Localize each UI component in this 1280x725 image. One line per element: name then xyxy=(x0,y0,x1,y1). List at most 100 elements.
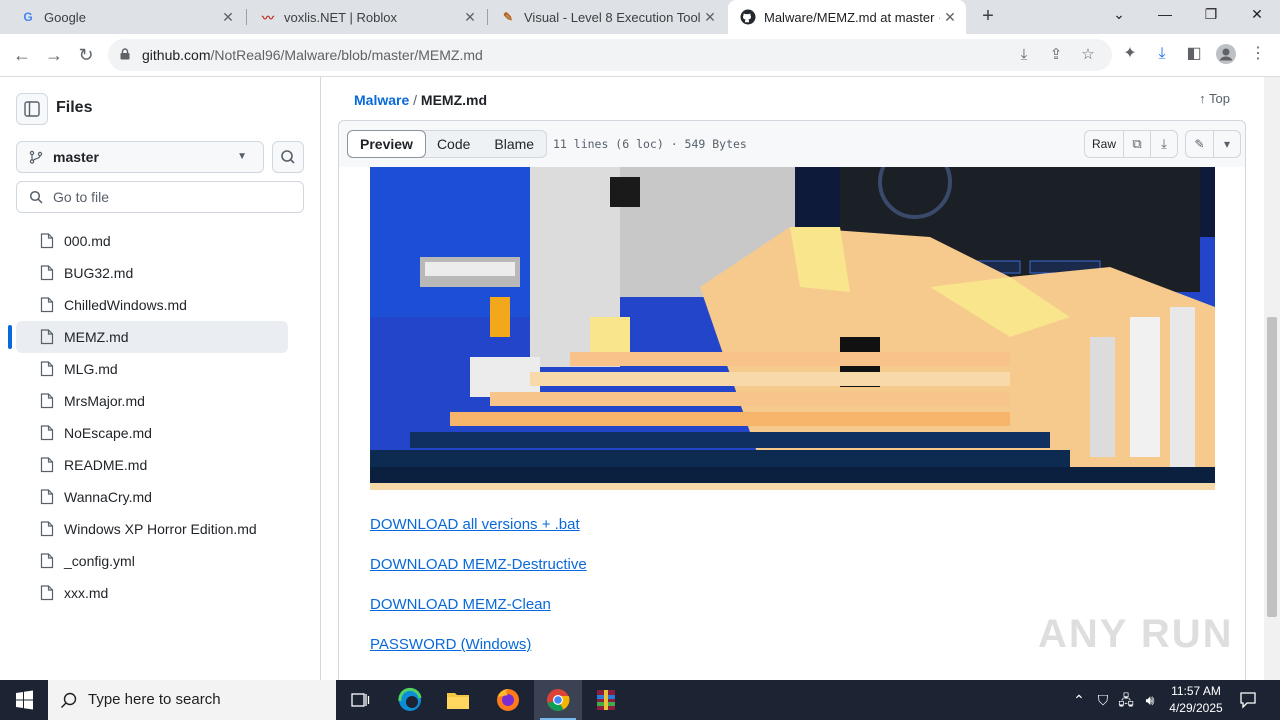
file-view: Malware / MEMZ.md ↑ Top Preview Code Bla… xyxy=(338,77,1246,680)
download-clean-link[interactable]: DOWNLOAD MEMZ-Clean xyxy=(370,596,551,613)
back-icon[interactable]: ← xyxy=(8,42,36,70)
top-button[interactable]: ↑ Top xyxy=(1199,91,1230,106)
install-icon[interactable]: ⤓ xyxy=(1014,46,1034,66)
close-tab-icon[interactable]: ✕ xyxy=(460,9,480,26)
search-files-button[interactable] xyxy=(272,141,304,173)
task-view-icon[interactable] xyxy=(336,680,384,720)
copy-icon[interactable]: ⧉ xyxy=(1123,131,1150,157)
file-icon xyxy=(40,425,54,441)
scrollbar-thumb[interactable] xyxy=(1267,317,1277,617)
go-to-file-input[interactable]: Go to file xyxy=(16,181,304,213)
tab-search-icon[interactable]: ⌄ xyxy=(1096,0,1142,30)
firefox-icon[interactable] xyxy=(484,680,532,720)
new-tab-button[interactable]: + xyxy=(976,5,1000,29)
download-all-link[interactable]: DOWNLOAD all versions + .bat xyxy=(370,516,580,533)
tab-google[interactable]: G Google ✕ xyxy=(8,0,244,34)
active-file-indicator xyxy=(8,325,12,349)
reload-icon[interactable]: ↻ xyxy=(72,42,100,70)
password-link[interactable]: PASSWORD (Windows) xyxy=(370,636,531,653)
branch-selector[interactable]: master ▼ xyxy=(16,141,264,173)
anyrun-watermark: ANY RUN xyxy=(1038,612,1234,656)
url-text: github.com/NotReal96/Malware/blob/master… xyxy=(142,47,483,63)
tab-blame[interactable]: Blame xyxy=(482,131,546,157)
taskbar-search-box[interactable]: Type here to search xyxy=(48,680,336,720)
tray-security-icon[interactable]: ⛉ xyxy=(1094,680,1112,720)
start-button[interactable] xyxy=(0,680,48,720)
file-item[interactable]: ChilledWindows.md xyxy=(16,289,288,321)
edge-icon[interactable] xyxy=(386,680,434,720)
address-bar[interactable]: github.com/NotReal96/Malware/blob/master… xyxy=(108,39,1112,71)
windows-logo-icon xyxy=(16,690,33,710)
bookmark-star-icon[interactable]: ☆ xyxy=(1078,46,1098,66)
file-name: MEMZ.md xyxy=(64,329,129,345)
chevron-down-icon[interactable]: ▾ xyxy=(1213,131,1240,157)
file-name: xxx.md xyxy=(64,585,109,601)
chrome-icon[interactable] xyxy=(534,680,582,720)
top-label: Top xyxy=(1209,91,1230,106)
file-item[interactable]: Windows XP Horror Edition.md xyxy=(16,513,288,545)
network-icon[interactable]: 🖧 xyxy=(1116,680,1136,720)
close-tab-icon[interactable]: ✕ xyxy=(218,9,238,26)
file-name: 000.md xyxy=(64,233,111,249)
raw-actions: Raw ⧉ ⤓ xyxy=(1084,130,1178,158)
edit-actions: ✎ ▾ xyxy=(1185,130,1241,158)
file-item[interactable]: MLG.md xyxy=(16,353,288,385)
winrar-icon[interactable] xyxy=(582,680,630,720)
tab-voxlis[interactable]: 〰 voxlis.NET | Roblox ✕ xyxy=(248,0,486,34)
file-item[interactable]: NoEscape.md xyxy=(16,417,288,449)
file-explorer-icon[interactable] xyxy=(434,680,482,720)
file-item[interactable]: WannaCry.md xyxy=(16,481,288,513)
tab-title: voxlis.NET | Roblox xyxy=(284,9,397,25)
raw-button[interactable]: Raw xyxy=(1085,131,1123,157)
pencil-icon[interactable]: ✎ xyxy=(1186,131,1213,157)
tab-preview[interactable]: Preview xyxy=(347,130,426,158)
file-item[interactable]: _config.yml xyxy=(16,545,288,577)
close-tab-icon[interactable]: ✕ xyxy=(940,9,960,26)
view-mode-tabs: Preview Code Blame xyxy=(347,130,548,158)
search-icon xyxy=(281,150,295,164)
file-item-active[interactable]: MEMZ.md xyxy=(16,321,288,353)
collapse-sidebar-button[interactable] xyxy=(16,93,48,125)
notifications-icon[interactable] xyxy=(1236,680,1260,720)
tray-chevron-up-icon[interactable]: ⌃ xyxy=(1070,680,1088,720)
file-tree-sidebar: Files master ▼ Go to file 000.md BUG32.m… xyxy=(0,77,321,680)
restore-icon[interactable]: ❐ xyxy=(1188,0,1234,30)
forward-icon[interactable]: → xyxy=(40,42,68,70)
profile-avatar-icon[interactable] xyxy=(1215,44,1237,66)
file-item[interactable]: BUG32.md xyxy=(16,257,288,289)
share-icon[interactable]: ⇪ xyxy=(1046,46,1066,66)
file-name: MLG.md xyxy=(64,361,118,377)
file-icon xyxy=(40,585,54,601)
minimize-icon[interactable]: — xyxy=(1142,0,1188,30)
volume-icon[interactable]: 🔊︎ xyxy=(1140,680,1160,720)
google-icon: G xyxy=(23,10,33,24)
side-panel-icon[interactable]: ◧ xyxy=(1183,44,1205,66)
markdown-body: DOWNLOAD all versions + .bat DOWNLOAD ME… xyxy=(338,167,1246,680)
menu-kebab-icon[interactable]: ⋮ xyxy=(1247,44,1269,66)
file-name: BUG32.md xyxy=(64,265,134,281)
memz-screenshot-image xyxy=(370,167,1215,490)
file-item[interactable]: README.md xyxy=(16,449,288,481)
download-icon[interactable]: ⤓ xyxy=(1150,131,1177,157)
tab-code[interactable]: Code xyxy=(425,131,482,157)
close-tab-icon[interactable]: ✕ xyxy=(700,9,720,26)
extensions-icon[interactable]: ✦ xyxy=(1119,44,1141,66)
breadcrumb-separator: / xyxy=(413,92,418,108)
file-icon xyxy=(40,297,54,313)
clock-time: 11:57 AM xyxy=(1171,684,1221,698)
file-item[interactable]: 000.md xyxy=(16,225,288,257)
system-clock[interactable]: 11:57 AM 4/29/2025 xyxy=(1160,683,1232,717)
tab-visual[interactable]: ✎ Visual - Level 8 Execution Tool For ✕ xyxy=(488,0,726,34)
git-branch-icon xyxy=(29,150,43,164)
close-window-icon[interactable]: ✕ xyxy=(1234,0,1280,30)
file-name: README.md xyxy=(64,457,148,473)
tab-github-memz[interactable]: Malware/MEMZ.md at master · No ✕ xyxy=(728,0,966,34)
downloads-icon[interactable]: ⤓ xyxy=(1151,44,1173,66)
file-icon xyxy=(40,329,54,345)
sidebar-title: Files xyxy=(56,99,93,116)
file-item[interactable]: MrsMajor.md xyxy=(16,385,288,417)
download-destructive-link[interactable]: DOWNLOAD MEMZ-Destructive xyxy=(370,556,587,573)
page-scrollbar[interactable] xyxy=(1264,77,1280,680)
breadcrumb-repo-link[interactable]: Malware xyxy=(354,92,409,108)
file-item[interactable]: xxx.md xyxy=(16,577,288,609)
